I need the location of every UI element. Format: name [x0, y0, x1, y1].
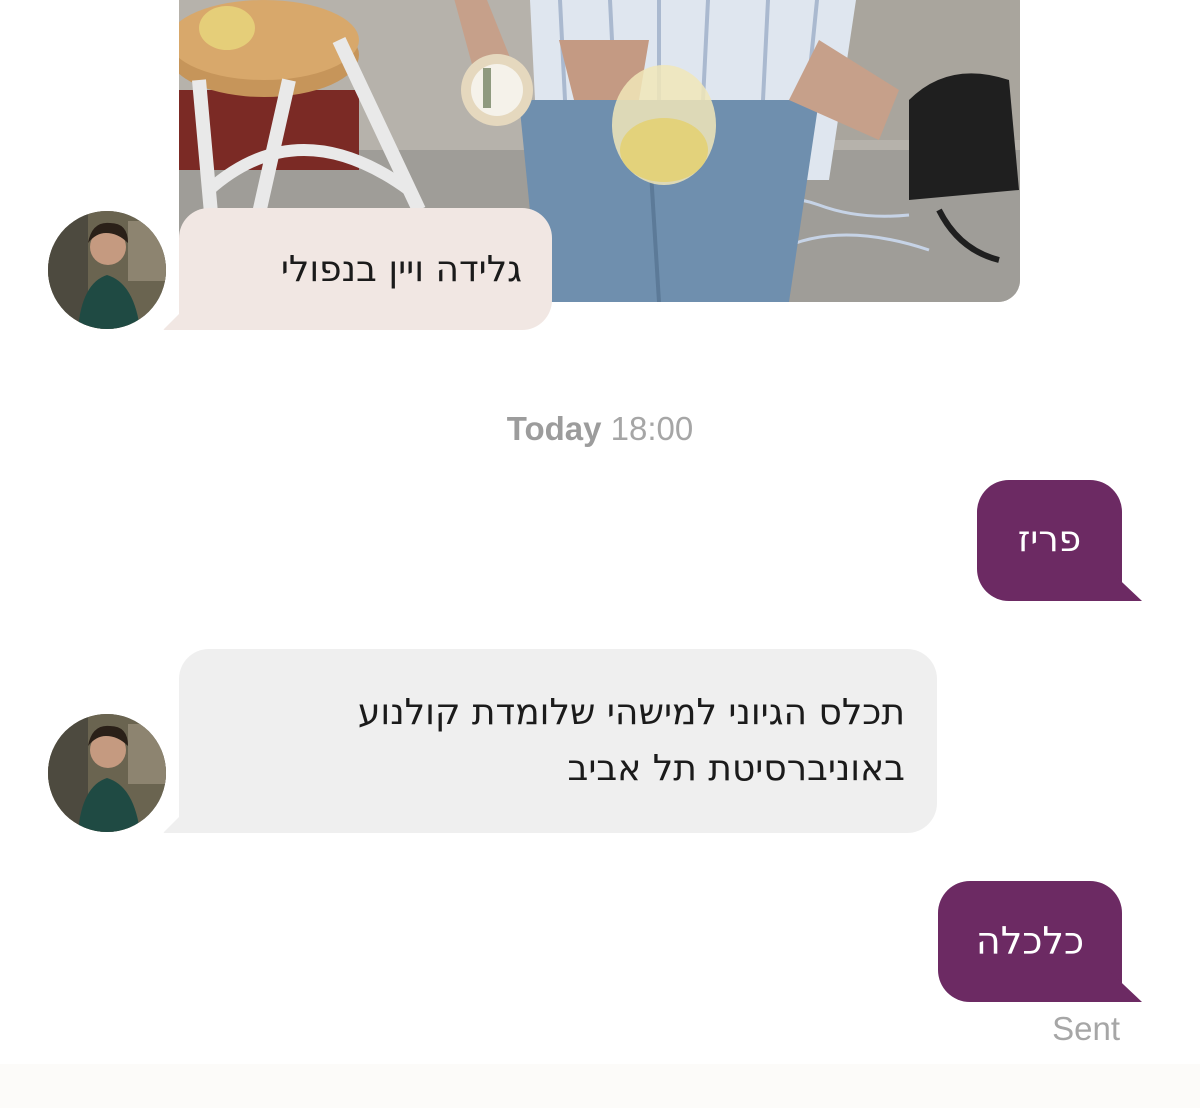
outgoing-message-bubble[interactable]: כלכלה — [938, 881, 1122, 1002]
contact-avatar[interactable] — [48, 211, 166, 329]
outgoing-message-bubble[interactable]: פריז — [977, 480, 1122, 601]
contact-avatar[interactable] — [48, 714, 166, 832]
separator-day: Today — [506, 410, 602, 447]
separator-time: 18:00 — [610, 410, 694, 447]
date-separator: Today 18:00 — [0, 410, 1200, 448]
message-text: פריז — [1017, 519, 1082, 560]
message-text: תכלס הגיוני למישהי שלומדת קולנוע באוניבר… — [357, 692, 905, 789]
chat-thread: גלידה ויין בנפולי Today 18:00 פריז תכלס … — [0, 0, 1200, 1108]
message-text: גלידה ויין בנפולי — [280, 249, 522, 290]
incoming-message-bubble[interactable]: תכלס הגיוני למישהי שלומדת קולנוע באוניבר… — [179, 649, 937, 833]
message-text: כלכלה — [975, 919, 1085, 963]
composer-area — [0, 1064, 1200, 1108]
delivery-status: Sent — [1052, 1010, 1120, 1047]
incoming-message-bubble[interactable]: גלידה ויין בנפולי — [179, 208, 552, 330]
